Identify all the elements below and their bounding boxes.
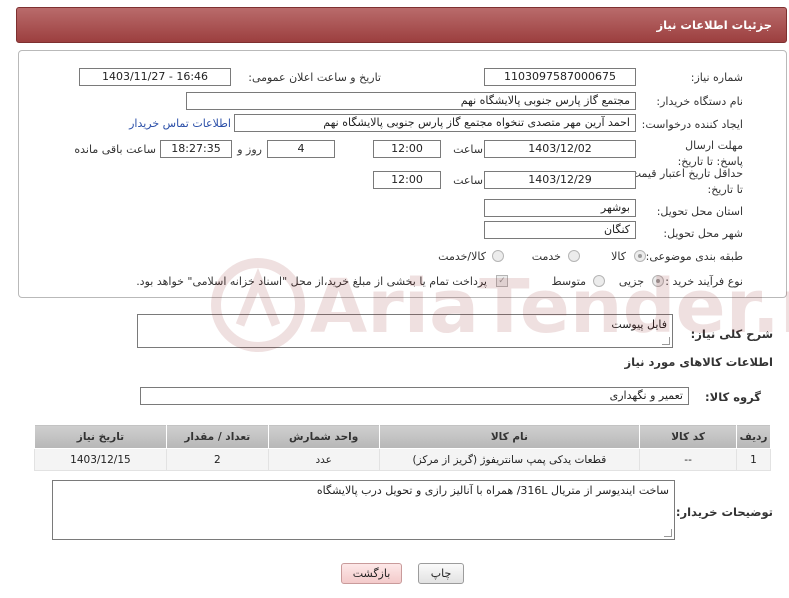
resize-handle-icon[interactable]	[664, 529, 672, 537]
buyer-notes-textarea[interactable]: ساخت اینديوسر از متريال 316L/ همراه با آ…	[52, 480, 675, 540]
category-label: طبقه بندی موضوعی:	[645, 250, 743, 263]
back-button[interactable]: بازگشت	[341, 563, 402, 584]
col-header-item-code: کد کالا	[639, 424, 738, 449]
announce-datetime-label: تاریخ و ساعت اعلان عمومی:	[248, 71, 381, 84]
deadline-date-field: 1403/12/02	[484, 140, 636, 158]
cell-need-date: 1403/12/15	[34, 448, 167, 471]
deadline-time-field: 12:00	[373, 140, 441, 158]
buyer-notes-label: توضیحات خریدار:	[675, 505, 773, 519]
goods-section-title: اطلاعات کالاهای مورد نیاز	[624, 355, 773, 369]
requester-label: ایجاد کننده درخواست:	[641, 118, 743, 131]
cell-item-name: قطعات یدکی پمپ سانتریفوژ (گریز از مرکز)	[378, 448, 641, 471]
need-description-text: فایل پیوست	[611, 318, 667, 331]
category-option-service: خدمت	[531, 250, 561, 263]
print-button[interactable]: چاپ	[418, 563, 464, 584]
buyer-org-label: نام دستگاه خریدار:	[656, 95, 743, 108]
process-option-medium: متوسط	[551, 275, 586, 288]
category-option-goods-service: کالا/خدمت	[438, 250, 486, 263]
table-row: 1 -- قطعات یدکی پمپ سانتریفوژ (گریز از م…	[34, 448, 771, 471]
treasury-payment-checkbox[interactable]: ✓	[496, 275, 508, 287]
treasury-payment-note: پرداخت تمام یا بخشی از مبلغ خرید،از محل …	[136, 275, 487, 288]
cell-quantity: 2	[165, 448, 269, 471]
goods-group-label: گروه کالا:	[705, 390, 761, 404]
process-radio-medium[interactable]	[593, 275, 605, 287]
cell-unit: عدد	[267, 448, 380, 471]
need-description-label: شرح کلی نیاز:	[690, 327, 773, 341]
buyer-contact-link[interactable]: اطلاعات تماس خریدار	[129, 117, 231, 130]
city-label: شهر محل تحویل:	[663, 227, 743, 240]
need-number-field: 1103097587000675	[484, 68, 636, 86]
requester-field: احمد آرین مهر متصدی تنخواه مجتمع گاز پار…	[234, 114, 636, 132]
announce-datetime-field: 1403/11/27 - 16:46	[79, 68, 231, 86]
category-radio-goods-service[interactable]	[492, 250, 504, 262]
validity-date-field: 1403/12/29	[484, 171, 636, 189]
process-option-minor: جزیی	[618, 275, 644, 288]
category-option-goods: کالا	[611, 250, 626, 263]
category-radio-goods[interactable]	[634, 250, 646, 262]
validity-time-label: ساعت	[453, 174, 483, 187]
resize-handle-icon[interactable]	[662, 337, 670, 345]
price-validity-label: حداقل تاریخ اعتبار قیمت: تا تاریخ:	[627, 167, 743, 196]
col-header-unit: واحد شمارش	[267, 424, 380, 449]
remaining-time-label: ساعت باقی مانده	[74, 143, 156, 156]
col-header-need-date: تاریخ نیاز	[34, 424, 167, 449]
remaining-time-field: 18:27:35	[160, 140, 232, 158]
category-radio-service[interactable]	[568, 250, 580, 262]
days-label: روز و	[237, 143, 262, 156]
goods-table-header-row: ردیف کد کالا نام کالا واحد شمارش تعداد /…	[34, 424, 771, 449]
page-header: جزئیات اطلاعات نیاز	[16, 7, 787, 43]
process-type-label: نوع فرآیند خرید :	[665, 275, 743, 288]
process-radio-minor[interactable]	[652, 275, 664, 287]
province-label: استان محل تحویل:	[656, 205, 743, 218]
need-description-textarea[interactable]: فایل پیوست	[137, 314, 673, 348]
need-number-label: شماره نیاز:	[690, 71, 743, 84]
validity-time-field: 12:00	[373, 171, 441, 189]
province-field: بوشهر	[484, 199, 636, 217]
remaining-days-field: 4	[267, 140, 335, 158]
col-header-quantity: تعداد / مقدار	[165, 424, 269, 449]
cell-item-code: --	[639, 448, 738, 471]
city-field: کنگان	[484, 221, 636, 239]
buyer-notes-text: ساخت اینديوسر از متريال 316L/ همراه با آ…	[316, 484, 669, 497]
deadline-time-label: ساعت	[453, 143, 483, 156]
col-header-item-name: نام کالا	[378, 424, 641, 449]
cell-row-number: 1	[736, 448, 771, 471]
page-title: جزئیات اطلاعات نیاز	[656, 18, 772, 32]
goods-group-field: تعمیر و نگهداری	[140, 387, 689, 405]
buyer-org-field: مجتمع گاز پارس جنوبی پالایشگاه نهم	[186, 92, 636, 110]
col-header-row-number: ردیف	[736, 424, 771, 449]
goods-table: ردیف کد کالا نام کالا واحد شمارش تعداد /…	[34, 424, 771, 471]
